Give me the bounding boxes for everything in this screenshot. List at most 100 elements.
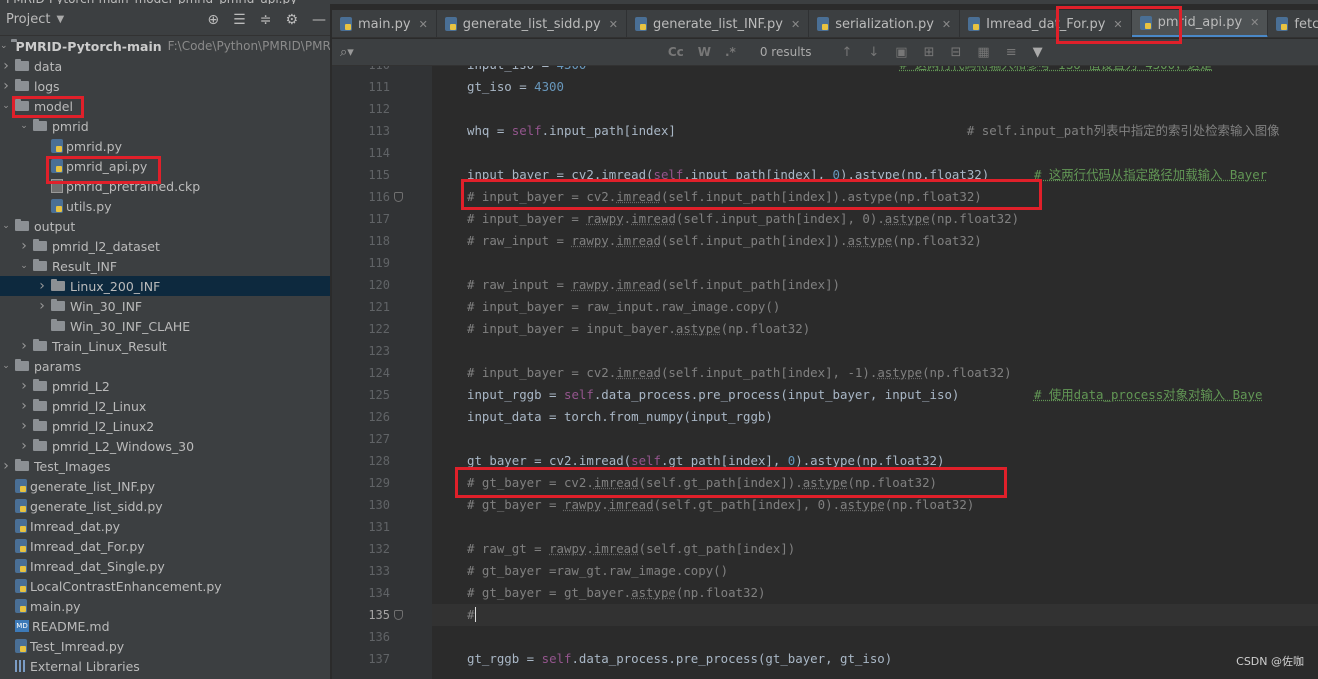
tree-item[interactable]: ⌄ params [0,356,330,376]
close-icon[interactable]: ✕ [419,18,428,31]
chevron-right-icon[interactable]: › [18,338,30,354]
code-line[interactable]: 131 [368,516,1318,538]
tree-item[interactable]: › Test_Images [0,456,330,476]
remove-occurrence-icon[interactable]: ⊟ [951,45,962,60]
code-line[interactable]: 126 input_data = torch.from_numpy(input_r… [368,406,1318,428]
close-icon[interactable]: ✕ [791,18,800,31]
editor-tab[interactable]: main.py ✕ [332,10,437,37]
tree-item[interactable]: pmrid.py [0,136,330,156]
code-line[interactable]: 115 input_bayer = cv2.imread(self.input_p… [368,164,1318,186]
close-icon[interactable]: ✕ [942,18,951,31]
code-line[interactable]: 123 [368,340,1318,362]
gear-icon[interactable]: ⚙ [285,12,298,28]
tree-item[interactable]: › pmrid_L2 [0,376,330,396]
tree-item[interactable]: Win_30_INF_CLAHE [0,316,330,336]
close-icon[interactable]: ✕ [1250,16,1259,29]
code-line[interactable]: 129 # gt_bayer = cv2.imread(self.gt_path[… [368,472,1318,494]
tree-item[interactable]: generate_list_INF.py [0,476,330,496]
minimize-icon[interactable]: — [312,12,326,28]
code-line[interactable]: 119 [368,252,1318,274]
chevron-right-icon[interactable]: › [18,378,30,394]
tree-item[interactable]: ⌄ pmrid [0,116,330,136]
tree-item[interactable]: › Win_30_INF [0,296,330,316]
next-occurrence-icon[interactable]: ↓ [868,45,879,60]
code-editor[interactable]: 110 input_iso = 4300 # 这两行代码将输入和参考 ISO 值设… [332,66,1318,679]
tree-item[interactable]: ⌄ PMRID-Pytorch-main F:\Code\Python\PMRID\… [0,36,330,56]
tree-item[interactable]: › pmrid_l2_Linux2 [0,416,330,436]
tree-item[interactable]: pmrid_api.py [0,156,330,176]
tree-item[interactable]: › logs [0,76,330,96]
tree-item[interactable]: ⌄ output [0,216,330,236]
chevron-down-icon[interactable]: ⌄ [0,361,12,371]
code-line[interactable]: 137 gt_rggb = self.data_process.pre_proce… [368,648,1318,670]
editor-tab[interactable]: serialization.py ✕ [809,10,961,37]
tree-item[interactable]: ⌄ Result_INF [0,256,330,276]
code-line[interactable]: 110input_iso = 4300 # 这两行代码将输入和参考 ISO 值设… [368,66,1318,76]
code-line[interactable]: 120 # raw_input = rawpy.imread(self.input… [368,274,1318,296]
code-line[interactable]: 136 [368,626,1318,648]
code-line[interactable]: 132 # raw_gt = rawpy.imread(self.gt_path[… [368,538,1318,560]
code-line[interactable]: 135 # [368,604,1318,626]
tree-item[interactable]: Imread_dat_Single.py [0,556,330,576]
tree-item[interactable]: External Libraries [0,656,330,676]
project-view-selector[interactable]: Project [6,12,50,27]
code-line[interactable]: 116 # input_bayer = cv2.imread(self.input… [368,186,1318,208]
tree-item[interactable]: › pmrid_l2_dataset [0,236,330,256]
chevron-right-icon[interactable]: › [36,298,48,314]
match-case-toggle[interactable]: Cc [668,45,684,59]
whole-word-toggle[interactable]: W [698,45,711,59]
select-all-icon[interactable]: ▦ [977,45,989,60]
editor-tab[interactable]: generate_list_INF.py ✕ [627,10,810,37]
code-line[interactable]: 121 # input_bayer = raw_input.raw_image.c… [368,296,1318,318]
code-line[interactable]: 112 [368,98,1318,120]
code-line[interactable]: 133 # gt_bayer =raw_gt.raw_image.copy() [368,560,1318,582]
add-occurrence-icon[interactable]: ⊞ [924,45,935,60]
code-line[interactable]: 128 gt_bayer = cv2.imread(self.gt_path[in… [368,450,1318,472]
fold-marker-icon[interactable] [394,610,403,620]
expand-icon[interactable]: ☰ [233,12,246,28]
chevron-down-icon[interactable]: ⌄ [0,41,8,51]
tree-item[interactable]: › data [0,56,330,76]
editor-tab[interactable]: pmrid_api.py ✕ [1131,10,1269,37]
filter-icon[interactable]: ▼ [1033,45,1043,60]
select-all-occurrences-icon[interactable]: ▣ [895,45,907,60]
editor-tab[interactable]: generate_list_sidd.py ✕ [437,10,627,37]
tree-item[interactable]: Test_Imread.py [0,636,330,656]
tree-item[interactable]: › Linux_200_INF [0,276,330,296]
regex-toggle[interactable]: .* [725,45,736,59]
code-line[interactable]: 113 whq = self.input_path[index] # self.i… [368,120,1318,142]
chevron-right-icon[interactable]: › [18,438,30,454]
chevron-down-icon[interactable]: ⌄ [18,261,30,271]
code-line[interactable]: 127 [368,428,1318,450]
code-line[interactable]: 111 gt_iso = 4300 [368,76,1318,98]
close-icon[interactable]: ✕ [1113,18,1122,31]
collapse-icon[interactable]: ≑ [260,12,272,28]
tree-item[interactable]: › Train_Linux_Result [0,336,330,356]
tree-item[interactable]: Imread_dat_For.py [0,536,330,556]
tree-item[interactable]: main.py [0,596,330,616]
chevron-right-icon[interactable]: › [18,238,30,254]
search-icon[interactable]: ⌕▾ [340,45,354,60]
tree-item[interactable]: ⌄ model [0,96,330,116]
tree-item[interactable]: pmrid_pretrained.ckp [0,176,330,196]
chevron-right-icon[interactable]: › [0,58,12,74]
code-line[interactable]: 134 # gt_bayer = gt_bayer.astype(np.float… [368,582,1318,604]
previous-occurrence-icon[interactable]: ↑ [841,45,852,60]
crosshair-icon[interactable]: ⊕ [207,12,219,28]
chevron-right-icon[interactable]: › [36,278,48,294]
editor-text-area[interactable]: 110input_iso = 4300 # 这两行代码将输入和参考 ISO 值设… [368,66,1318,679]
code-line[interactable]: 122 # input_bayer = input_bayer.astype(np… [368,318,1318,340]
tree-item[interactable]: Imread_dat.py [0,516,330,536]
tree-item[interactable]: › pmrid_l2_Linux [0,396,330,416]
chevron-right-icon[interactable]: › [0,458,12,474]
code-line[interactable]: 130 # gt_bayer = rawpy.imread(self.gt_pat… [368,494,1318,516]
tree-item[interactable]: utils.py [0,196,330,216]
chevron-right-icon[interactable]: › [18,418,30,434]
code-line[interactable]: 125 input_rggb = self.data_process.pre_pr… [368,384,1318,406]
tree-item[interactable]: LocalContrastEnhancement.py [0,576,330,596]
code-line[interactable]: 114 [368,142,1318,164]
filter-results-icon[interactable]: ≡ [1006,45,1017,60]
chevron-down-icon[interactable]: ▼ [56,14,64,25]
code-line[interactable]: 118 # raw_input = rawpy.imread(self.input… [368,230,1318,252]
tree-item[interactable]: generate_list_sidd.py [0,496,330,516]
